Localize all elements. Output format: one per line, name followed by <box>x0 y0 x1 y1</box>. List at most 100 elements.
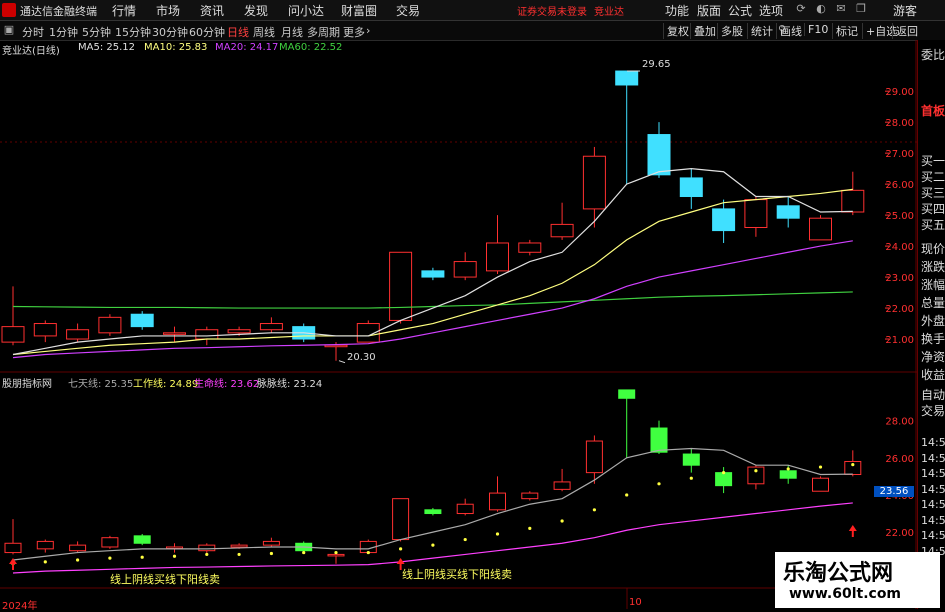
menu-caifuquan[interactable]: 财富圈 <box>341 2 377 19</box>
period-daily[interactable]: 日线 <box>227 24 249 40</box>
period-monthly[interactable]: 月线 <box>281 24 303 40</box>
label-zongliang: 总量 <box>921 296 945 310</box>
current-value-marker: 23.56 <box>874 486 914 497</box>
candle-body <box>98 316 122 334</box>
sub-candle-body <box>198 544 216 552</box>
period-60min[interactable]: 60分钟 <box>189 24 225 40</box>
menu-zixun[interactable]: 资讯 <box>200 2 224 19</box>
legend-ma5: MA5: 25.12 <box>78 42 136 53</box>
candle-body <box>615 70 639 86</box>
candle-body <box>518 242 542 253</box>
label-jingzi: 净资 <box>921 350 945 364</box>
sub-candle-body <box>4 542 22 554</box>
period-1min[interactable]: 1分钟 <box>49 24 78 40</box>
high-price-label: 29.65 <box>642 59 671 70</box>
work-line-dot <box>560 519 564 523</box>
menu-xuanxiang[interactable]: 选项 <box>759 2 783 19</box>
menu-hangqing[interactable]: 行情 <box>112 2 136 19</box>
low-leader <box>338 360 346 364</box>
sub-candle-body <box>585 440 603 474</box>
menu-jiaoyi[interactable]: 交易 <box>396 2 420 19</box>
low-price-label: 20.30 <box>347 352 376 363</box>
button-biaoji[interactable]: 标记 <box>832 23 858 39</box>
stock-name: 竞业达 <box>594 7 624 18</box>
y-tick-label: 28.00 <box>885 118 914 129</box>
candle-body <box>712 208 736 232</box>
trade-time: 14:56 <box>921 467 945 480</box>
label-zidong[interactable]: 自动 <box>921 386 945 403</box>
chevron-right-icon[interactable]: › <box>366 24 370 37</box>
sub-candle-body <box>327 553 345 557</box>
y-tick-label: 23.00 <box>885 273 914 284</box>
menu-banmian[interactable]: 版面 <box>697 2 721 19</box>
period-more[interactable]: 更多 <box>343 24 365 40</box>
panel-toggle-icon[interactable]: ▣ <box>3 24 15 36</box>
candle-body <box>389 251 413 321</box>
period-toolbar: ▣ 分时 1分钟 5分钟 15分钟 30分钟 60分钟 日线 周线 月线 多周期… <box>0 21 945 41</box>
label-buy3: 买三 <box>921 186 945 200</box>
button-tongji[interactable]: 统计 <box>747 23 773 39</box>
button-back[interactable]: 返回 <box>892 23 918 39</box>
work-line-dot <box>818 465 823 469</box>
work-line-dot <box>399 547 403 551</box>
label-buy2: 买二 <box>921 170 945 184</box>
menu-gongneng[interactable]: 功能 <box>665 2 689 19</box>
menu-faxian[interactable]: 发现 <box>244 2 268 19</box>
legend-maimai: 脉脉线: 23.24 <box>257 379 323 390</box>
work-line-dot <box>108 556 112 560</box>
period-weekly[interactable]: 周线 <box>253 24 275 40</box>
button-duogu[interactable]: 多股 <box>717 23 743 39</box>
kline-chart[interactable]: 21.00 22.00 23.00 24.00 25.00 26.00 27.00 28.00… <box>0 40 917 609</box>
period-multi[interactable]: 多周期 <box>307 24 340 40</box>
sub-candle-body <box>489 492 506 511</box>
sub-candle-body <box>618 389 636 399</box>
work-line-dot <box>205 552 209 557</box>
trade-time: 14:56 <box>921 451 945 465</box>
guest-button[interactable]: 游客 <box>893 2 917 19</box>
refresh-icon[interactable]: ⟳ <box>795 3 807 15</box>
candle-body <box>550 223 574 238</box>
label-huanshou: 换手 <box>921 332 945 346</box>
period-30min[interactable]: 30分钟 <box>152 24 188 40</box>
watermark-name: 乐淘公式网 <box>783 561 894 586</box>
candle-body <box>195 329 219 340</box>
signal-text-2: 线上阴线买线下阳线卖 <box>402 568 512 581</box>
menu-shichang[interactable]: 市场 <box>156 2 180 19</box>
label-jiaoyi[interactable]: 交易 <box>921 402 945 419</box>
restore-icon[interactable]: ❐ <box>855 3 867 15</box>
candle-body <box>582 155 606 210</box>
sub-indicator-title[interactable]: 股朋指标网 <box>2 375 52 390</box>
sub-y-tick-label: 26.00 <box>885 454 914 465</box>
sub-candle-body <box>36 540 54 550</box>
work-line-dot <box>625 493 629 497</box>
button-diejia[interactable]: 叠加 <box>690 23 716 39</box>
candle-body <box>33 323 57 337</box>
login-notice[interactable]: 证券交易未登录 <box>517 3 587 18</box>
y-tick-label: 26.00 <box>885 180 914 191</box>
y-tick-label: 21.00 <box>885 335 914 346</box>
candle-body <box>324 344 348 348</box>
sub-candle-body <box>812 477 829 492</box>
button-f10[interactable]: F10 <box>804 23 828 36</box>
period-fenshi[interactable]: 分时 <box>22 24 44 40</box>
y-tick-label: 29.00 <box>885 87 914 98</box>
work-line-dot <box>754 469 758 473</box>
ma60-line <box>12 291 853 309</box>
time-label-2024: 2024年 <box>2 601 38 612</box>
menu-gongshi[interactable]: 公式 <box>728 2 752 19</box>
label-zhangfu: 涨幅 <box>921 278 945 292</box>
label-shouyi: 收益 <box>921 368 945 382</box>
candle-body <box>647 134 671 176</box>
menu-wenxiaoda[interactable]: 问小达 <box>288 2 324 19</box>
message-icon[interactable]: ✉ <box>835 3 847 15</box>
period-15min[interactable]: 15分钟 <box>115 24 151 40</box>
work-line-dot <box>786 467 790 471</box>
label-buy4: 买四 <box>921 202 945 216</box>
work-line-dot <box>657 482 661 486</box>
label-weibi: 委比 <box>921 48 945 62</box>
work-line-dot <box>43 560 47 564</box>
button-huaxian[interactable]: 画线 <box>776 23 802 39</box>
button-fuquan[interactable]: 复权 <box>663 23 689 39</box>
skin-icon[interactable]: ◐ <box>815 3 827 15</box>
period-5min[interactable]: 5分钟 <box>82 24 111 40</box>
